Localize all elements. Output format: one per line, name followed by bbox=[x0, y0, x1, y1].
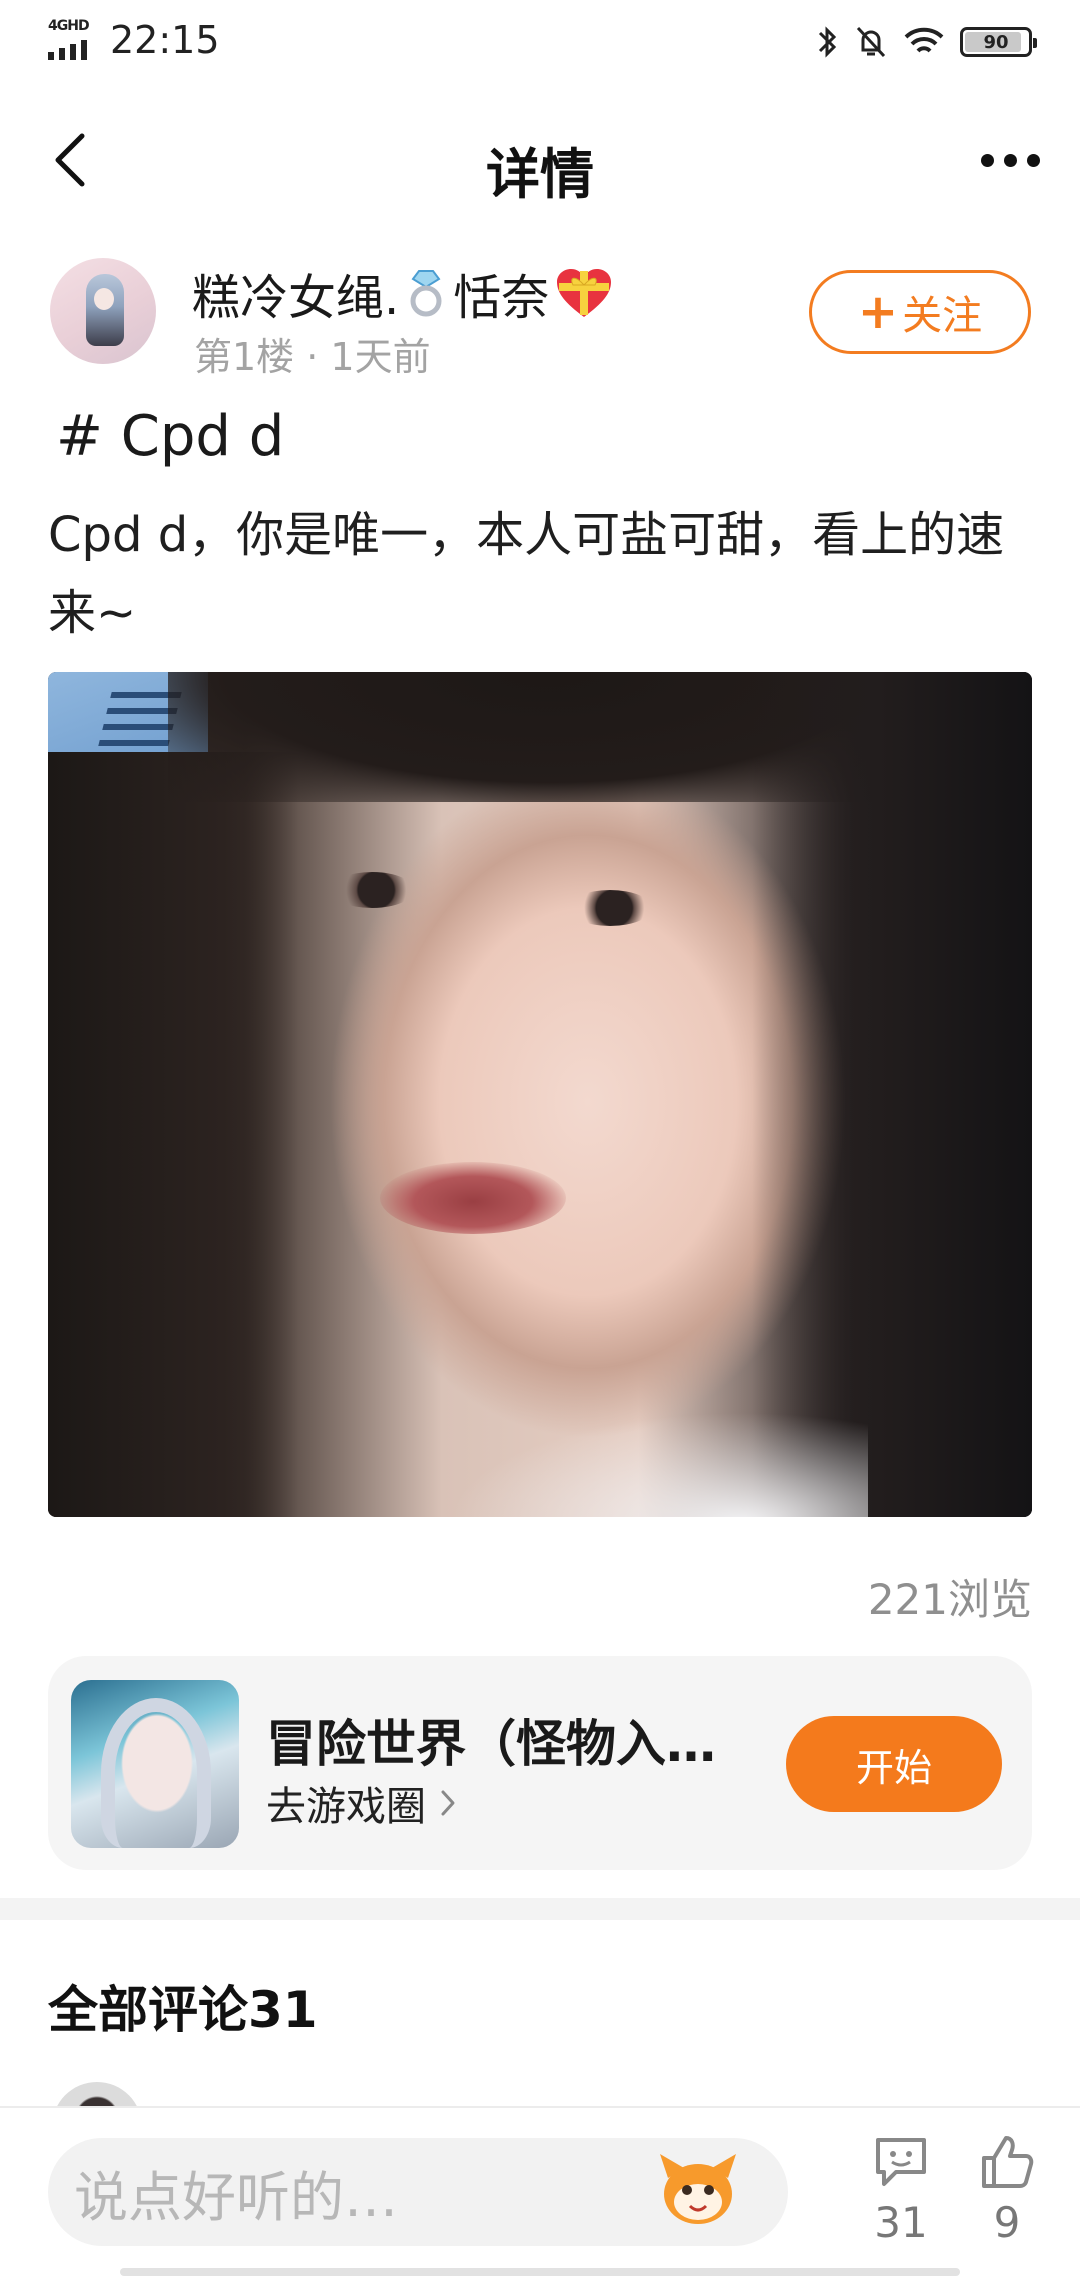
bottom-bar: 说点好听的… 31 9 bbox=[0, 2106, 1080, 2280]
photo-hair bbox=[48, 752, 298, 1517]
author-name-suffix: 恬奈 bbox=[453, 270, 550, 326]
photo-eye bbox=[330, 872, 414, 908]
status-bar: 4GHD 22:15 90 bbox=[0, 0, 1080, 90]
more-dot-icon bbox=[980, 153, 994, 167]
photo-lips bbox=[380, 1162, 566, 1234]
reply-action[interactable]: 31 bbox=[866, 2134, 936, 2247]
thumbs-up-icon bbox=[982, 2136, 1034, 2188]
gift-heart-icon bbox=[557, 269, 612, 317]
author-avatar[interactable] bbox=[50, 258, 156, 364]
avatar-figure bbox=[86, 274, 124, 346]
comments-title: 全部评论31 bbox=[48, 1981, 318, 2039]
plus-icon: + bbox=[857, 284, 899, 340]
post-photo[interactable] bbox=[48, 672, 1032, 1517]
status-icons: 90 bbox=[814, 22, 1037, 62]
game-circle-label: 去游戏圈 bbox=[266, 1784, 426, 1830]
mute-bell-icon bbox=[856, 26, 886, 58]
header: 详情 bbox=[0, 110, 1080, 210]
signal-icon: 4GHD bbox=[48, 18, 98, 62]
post-meta: 第1楼 · 1天前 bbox=[194, 335, 431, 379]
more-dot-icon bbox=[1026, 153, 1040, 167]
page-title: 详情 bbox=[486, 143, 594, 206]
more-options-button[interactable] bbox=[970, 130, 1050, 190]
battery-level: 90 bbox=[983, 31, 1009, 53]
like-action[interactable]: 9 bbox=[972, 2134, 1042, 2247]
game-title[interactable]: 冒险世界（怪物入… bbox=[266, 1704, 766, 1776]
game-icon[interactable] bbox=[71, 1680, 239, 1848]
game-circle-link[interactable]: 去游戏圈 bbox=[266, 1774, 456, 1832]
status-time: 22:15 bbox=[110, 18, 220, 62]
author-name-text: 糕冷女绳. bbox=[192, 270, 400, 326]
start-game-button[interactable]: 开始 bbox=[786, 1716, 1002, 1812]
game-card[interactable]: 冒险世界（怪物入… 去游戏圈 开始 bbox=[48, 1656, 1032, 1870]
reply-count: 31 bbox=[874, 2198, 928, 2247]
chevron-right-icon bbox=[441, 1790, 455, 1816]
author-name[interactable]: 糕冷女绳. 恬奈 bbox=[192, 258, 613, 328]
section-divider bbox=[0, 1898, 1080, 1920]
comment-bubble-icon bbox=[876, 2138, 926, 2186]
follow-button[interactable]: + 关注 bbox=[809, 270, 1031, 354]
ring-icon bbox=[410, 270, 442, 317]
gesture-bar bbox=[120, 2268, 960, 2276]
post-body: Cpd d，你是唯一，本人可盐可甜，看上的速来~ bbox=[48, 507, 1005, 641]
wifi-icon bbox=[904, 27, 944, 53]
bluetooth-icon bbox=[818, 26, 837, 58]
comment-input-placeholder: 说点好听的… bbox=[74, 2165, 398, 2229]
photo-shirt bbox=[448, 1412, 868, 1517]
emoji-mascot-icon[interactable] bbox=[654, 2144, 742, 2232]
more-dot-icon bbox=[1003, 153, 1017, 167]
network-type: 4GHD bbox=[48, 18, 90, 34]
like-count: 9 bbox=[993, 2198, 1021, 2247]
post-tag[interactable]: # Cpd d bbox=[56, 404, 284, 469]
view-count: 221浏览 bbox=[867, 1575, 1032, 1624]
battery-icon: 90 bbox=[960, 27, 1037, 57]
photo-hair bbox=[752, 672, 1032, 1517]
follow-label: 关注 bbox=[902, 293, 983, 339]
photo-eye bbox=[568, 890, 652, 926]
